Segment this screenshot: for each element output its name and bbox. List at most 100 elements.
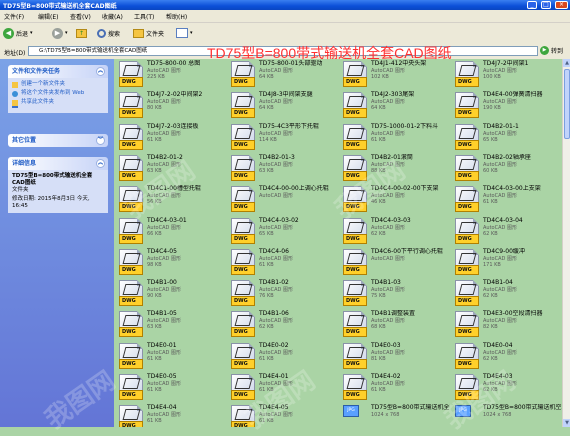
file-item[interactable]: DWG TD4B1-06 AutoCAD 图形 62 KB [226,309,338,340]
minimize-button[interactable]: _ [527,1,537,9]
file-item[interactable]: DWG TD4B1-05 AutoCAD 图形 63 KB [114,309,226,340]
maximize-button[interactable]: □ [541,1,551,9]
details-name: TD75型B=800带式输送机全套CAD图纸 [12,173,93,186]
file-item[interactable]: DWG TD4C4-03-04 AutoCAD 图形 62 KB [450,216,562,247]
file-item[interactable]: DWG TD4C1-00槽型托辊 AutoCAD 图形 56 KB [114,184,226,215]
file-item[interactable]: DWG TD4C6-00下平行调心托辊 AutoCAD 图形 [338,247,450,278]
views-button[interactable]: ▾ [176,26,193,40]
address-label: 地址(D) [4,50,26,57]
file-item[interactable]: DWG TD4B1-02 AutoCAD 图形 76 KB [226,278,338,309]
file-item[interactable]: DWG TD4B1-00 AutoCAD 图形 90 KB [114,278,226,309]
task-share-folder[interactable]: 共享此文件夹 [12,99,104,108]
back-label: 后退 [16,30,29,38]
task-publish-web[interactable]: 将这个文件夹发布到 Web [12,90,104,97]
file-item[interactable]: DWG TD4E0-02 AutoCAD 图形 61 KB [226,341,338,372]
file-name: TD4B1-00 [147,279,177,287]
go-button[interactable]: ▶ 转到 [540,46,563,55]
toolbar: ◀ 后退 ▾ ▶ ▾ ↑ 搜索 文件夹 ▾ [0,23,570,45]
file-item[interactable]: DWG TD4E4-05 AutoCAD 图形 61 KB [226,403,338,427]
file-tasks-header[interactable]: 文件和文件夹任务 ︽ [8,65,108,78]
file-item[interactable]: DWG TD75-1000-01-2下料斗 AutoCAD 图形 61 KB [338,122,450,153]
file-item[interactable]: DWG TD4C4-03-00上支架 AutoCAD 图形 61 KB [450,184,562,215]
file-name: TD75型B=800带式输送机空段清扫器 [483,404,562,412]
dwg-file-icon: DWG [343,92,367,119]
file-type: 1024 x 768 [483,412,512,419]
file-item[interactable]: JPG TD75型B=800带式输送机全套 1024 x 768 [338,403,450,427]
file-item[interactable]: DWG TD4E0-03 AutoCAD 图形 81 KB [338,341,450,372]
vertical-scrollbar[interactable]: ▲ ▼ [562,59,570,427]
dwg-file-icon: DWG [231,280,255,307]
file-item[interactable]: DWG TD4B2-01-2 AutoCAD 图形 63 KB [114,153,226,184]
file-item[interactable]: DWG TD4C9-00缓冲 AutoCAD 图形 171 KB [450,247,562,278]
menu-favorites[interactable]: 收藏(A) [102,12,123,21]
menu-view[interactable]: 查看(V) [70,12,91,21]
file-item[interactable]: DWG TD4B2-01-3 AutoCAD 图形 63 KB [226,153,338,184]
file-item[interactable]: DWG TD4C4-03-03 AutoCAD 图形 62 KB [338,216,450,247]
scroll-up-icon[interactable]: ▲ [563,59,570,67]
file-item[interactable]: DWG TD4C4-03-02 AutoCAD 图形 65 KB [226,216,338,247]
collapse-icon[interactable]: ︽ [96,67,105,76]
menu-file[interactable]: 文件(F) [4,12,24,21]
file-item[interactable]: DWG TD4B1-04 AutoCAD 图形 62 KB [450,278,562,309]
file-item[interactable]: DWG TD75-800-00 总图 AutoCAD 图形 225 KB [114,59,226,90]
file-item[interactable]: DWG TD75-800-01头部驱动 AutoCAD 图形 64 KB [226,59,338,90]
file-item[interactable]: DWG TD4E3-00空段清扫器 AutoCAD 图形 82 KB [450,309,562,340]
file-item[interactable]: DWG TD4J7-2-02中间架2 AutoCAD 图形 80 KB [114,90,226,121]
dwg-file-icon: DWG [455,342,479,369]
task-new-folder[interactable]: 创建一个新文件夹 [12,81,104,88]
file-item[interactable]: DWG TD4B2-01-1 AutoCAD 图形 65 KB [450,122,562,153]
menu-edit[interactable]: 编辑(E) [38,12,58,21]
file-item[interactable]: DWG TD4E4-04 AutoCAD 图形 61 KB [114,403,226,427]
other-places-header[interactable]: 其它位置 ︾ [8,134,108,147]
search-button[interactable]: 搜索 [97,26,120,40]
scroll-down-icon[interactable]: ▼ [563,419,570,427]
file-item[interactable]: DWG TD4C4-00-02-00下支架 AutoCAD 图形 46 KB [338,184,450,215]
file-item[interactable]: DWG TD4J8-3中间架支腿 AutoCAD 图形 64 KB [226,90,338,121]
jpg-file-icon: JPG [343,405,359,418]
dwg-file-icon: DWG [455,154,479,181]
file-item[interactable]: DWG TD4E0-01 AutoCAD 图形 61 KB [114,341,226,372]
file-size: 65 KB [259,230,274,237]
menu-tools[interactable]: 工具(T) [134,12,154,21]
file-item[interactable]: DWG TD4C4-06 AutoCAD 图形 61 KB [226,247,338,278]
collapse-icon[interactable]: ︽ [96,159,105,168]
file-item[interactable]: DWG TD4J7-2-03连接板 AutoCAD 图形 61 KB [114,122,226,153]
other-places-panel: 其它位置 ︾ [8,134,108,147]
dwg-file-icon: DWG [231,92,255,119]
search-icon [97,28,106,38]
file-item[interactable]: DWG TD4B2-02轴承座 AutoCAD 图形 60 KB [450,153,562,184]
file-item[interactable]: DWG TD4J2-303尾架 AutoCAD 图形 64 KB [338,90,450,121]
file-item[interactable]: DWG TD4E0-05 AutoCAD 图形 61 KB [114,372,226,403]
dwg-file-icon: DWG [119,311,143,338]
file-item[interactable]: DWG TD4J1-412中央头架 AutoCAD 图形 102 KB [338,59,450,90]
folders-button[interactable]: 文件夹 [133,26,164,40]
file-item[interactable]: DWG TD4J7-2中间架1 AutoCAD 图形 100 KB [450,59,562,90]
up-folder-button[interactable]: ↑ [76,26,87,40]
file-item[interactable]: DWG TD4B2-01滚筒 AutoCAD 图形 88 KB [338,153,450,184]
file-item[interactable]: DWG TD75-4C3平形下托辊 AutoCAD 图形 114 KB [226,122,338,153]
menu-help[interactable]: 帮助(H) [166,12,187,21]
details-header[interactable]: 详细信息 ︽ [8,157,108,170]
scroll-thumb[interactable] [564,69,570,139]
file-item[interactable]: DWG TD4E4-00弹簧清扫器 AutoCAD 图形 190 KB [450,90,562,121]
back-button[interactable]: ◀ 后退 ▾ [3,26,33,40]
file-item[interactable]: DWG TD4E4-03 AutoCAD 图形 62 KB [450,372,562,403]
file-name: TD4C4-03-04 [483,216,523,224]
file-item[interactable]: DWG TD4E4-01 AutoCAD 图形 61 KB [226,372,338,403]
file-item[interactable]: DWG TD4C4-00-00上调心托辊 AutoCAD 图形 [226,184,338,215]
file-size: 171 KB [483,261,501,268]
file-item[interactable]: DWG TD4E0-04 AutoCAD 图形 62 KB [450,341,562,372]
expand-icon[interactable]: ︾ [96,136,105,145]
file-size: 61 KB [147,418,162,425]
file-item[interactable]: DWG TD4B1调整装置 AutoCAD 图形 68 KB [338,309,450,340]
chevron-down-icon: ▾ [190,30,193,36]
file-item[interactable]: DWG TD4C4-05 AutoCAD 图形 98 KB [114,247,226,278]
file-item[interactable]: DWG TD4C4-03-01 AutoCAD 图形 66 KB [114,216,226,247]
file-item[interactable]: DWG TD4B1-03 AutoCAD 图形 75 KB [338,278,450,309]
file-item[interactable]: JPG TD75型B=800带式输送机空段清扫器1024 x 768 [450,403,562,427]
file-item[interactable]: DWG TD4E4-02 AutoCAD 图形 61 KB [338,372,450,403]
file-name: TD4C4-03-00上支架 [483,185,541,193]
close-button[interactable]: × [555,1,568,9]
file-size: 62 KB [483,230,498,237]
forward-button[interactable]: ▶ ▾ [52,26,68,40]
